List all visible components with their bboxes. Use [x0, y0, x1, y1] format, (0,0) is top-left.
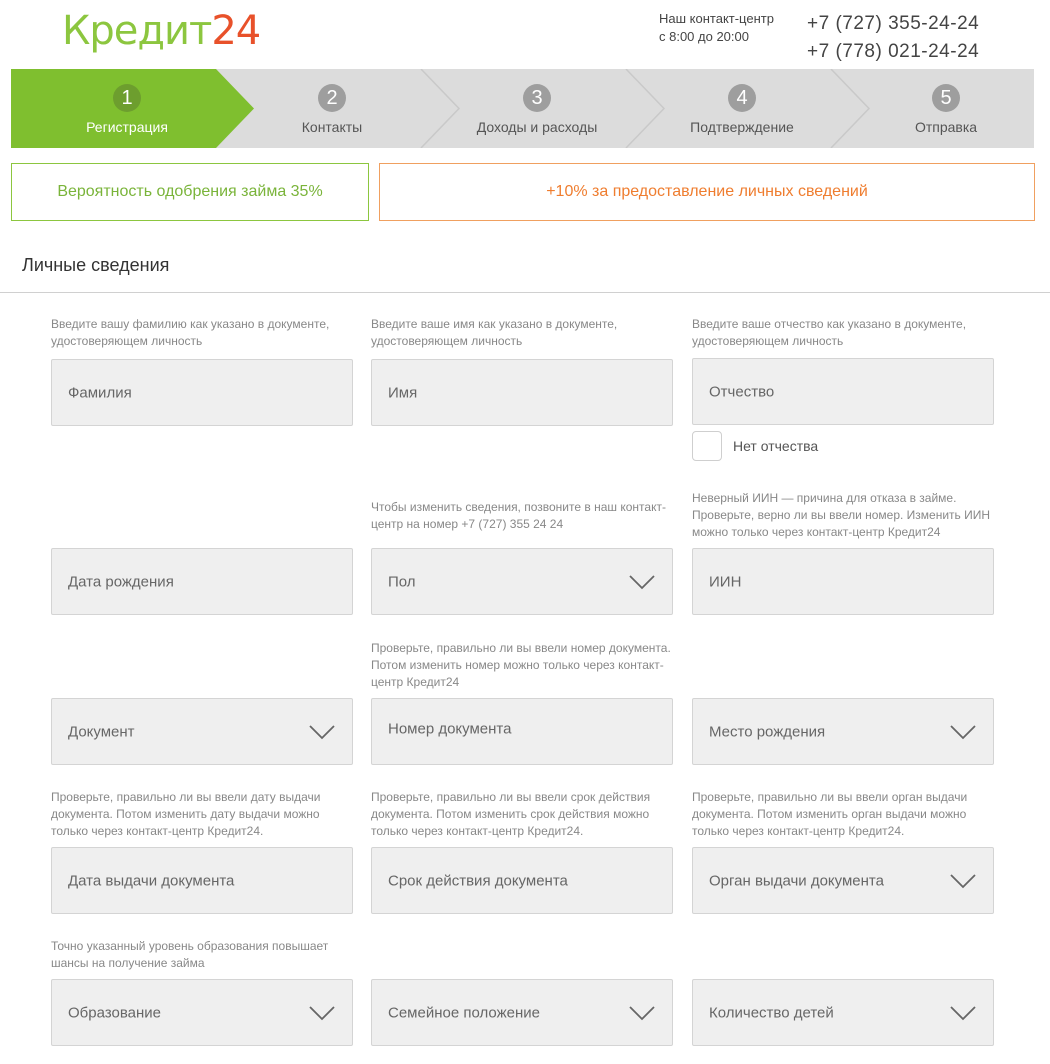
header: Кредит24 Наш контакт-центр с 8:00 до 20:… [0, 0, 1050, 68]
doc-number-hint: Проверьте, правильно ли вы ввели номер д… [371, 641, 671, 689]
name-input[interactable]: Имя [371, 359, 673, 426]
patronymic-placeholder: Отчество [709, 383, 775, 400]
step-label: Доходы и расходы [476, 119, 598, 135]
children-count-select[interactable]: Количество детей [692, 979, 994, 1046]
step-label: Контакты [301, 119, 363, 135]
iin-placeholder: ИИН [709, 573, 742, 590]
section-title: Личные сведения [22, 255, 170, 275]
step-number: 3 [523, 84, 551, 112]
education-hint: Точно указанный уровень образования повы… [51, 939, 329, 970]
education-placeholder: Образование [68, 1004, 161, 1021]
contact-center-label: Наш контакт-центр с 8:00 до 20:00 [659, 10, 774, 46]
step-confirmation[interactable]: 4 Подтверждение [662, 69, 822, 148]
approval-probability-banner: Вероятность одобрения займа 35% [11, 163, 369, 221]
chevron-down-icon [629, 1005, 655, 1020]
step-number: 4 [728, 84, 756, 112]
authority-hint: Проверьте, правильно ли вы ввели орган в… [692, 790, 968, 838]
no-patronymic-label: Нет отчества [733, 438, 819, 454]
birth-place-placeholder: Место рождения [709, 723, 826, 740]
doc-number-placeholder: Номер документа [388, 720, 512, 738]
step-number: 2 [318, 84, 346, 112]
issue-date-placeholder: Дата выдачи документа [68, 872, 235, 889]
logo-number: 24 [211, 8, 261, 54]
no-patronymic-checkbox[interactable] [692, 431, 722, 461]
birth-date-input[interactable]: Дата рождения [51, 548, 353, 615]
patronymic-hint: Введите ваше отчество как указано в доку… [692, 317, 967, 348]
chevron-down-icon [950, 873, 976, 888]
logo[interactable]: Кредит24 [62, 8, 261, 54]
name-hint: Введите ваше имя как указано в документе… [371, 317, 618, 348]
progress-steps: 1 Регистрация 2 Контакты 3 Доходы и расх… [11, 69, 1034, 148]
doc-number-input[interactable]: Номер документа [371, 698, 673, 765]
authority-select[interactable]: Орган выдачи документа [692, 847, 994, 914]
education-select[interactable]: Образование [51, 979, 353, 1046]
bonus-banner: +10% за предоставление личных сведений [379, 163, 1035, 221]
phone-link-2[interactable]: +7 (778) 021-24-24 [807, 38, 979, 66]
document-placeholder: Документ [68, 723, 135, 740]
issue-date-input[interactable]: Дата выдачи документа [51, 847, 353, 914]
step-label: Отправка [914, 119, 978, 135]
expiry-hint: Проверьте, правильно ли вы ввели срок де… [371, 790, 651, 838]
chevron-down-icon [309, 724, 335, 739]
birth-place-select[interactable]: Место рождения [692, 698, 994, 765]
marital-status-select[interactable]: Семейное положение [371, 979, 673, 1046]
surname-input[interactable]: Фамилия [51, 359, 353, 426]
iin-input[interactable]: ИИН [692, 548, 994, 615]
step-number: 5 [932, 84, 960, 112]
step-label: Подтверждение [690, 119, 794, 135]
issue-date-hint: Проверьте, правильно ли вы ввели дату вы… [51, 790, 321, 838]
expiry-placeholder: Срок действия документа [388, 872, 568, 889]
children-count-placeholder: Количество детей [709, 1004, 834, 1021]
chevron-down-icon [950, 724, 976, 739]
surname-placeholder: Фамилия [68, 384, 132, 401]
step-registration[interactable]: 1 Регистрация [47, 69, 207, 148]
step-contacts[interactable]: 2 Контакты [252, 69, 412, 148]
divider [0, 292, 1050, 293]
chevron-down-icon [629, 574, 655, 589]
chevron-down-icon [950, 1005, 976, 1020]
name-placeholder: Имя [388, 384, 418, 401]
birth-date-placeholder: Дата рождения [68, 573, 174, 590]
expiry-input[interactable]: Срок действия документа [371, 847, 673, 914]
gender-placeholder: Пол [388, 573, 416, 590]
phone-numbers: +7 (727) 355-24-24 +7 (778) 021-24-24 [807, 10, 979, 66]
authority-placeholder: Орган выдачи документа [709, 872, 884, 889]
contact-center-title: Наш контакт-центр [659, 11, 774, 26]
contact-center-hours: с 8:00 до 20:00 [659, 29, 749, 44]
document-select[interactable]: Документ [51, 698, 353, 765]
chevron-down-icon [309, 1005, 335, 1020]
phone-link-1[interactable]: +7 (727) 355-24-24 [807, 10, 979, 38]
logo-text: Кредит [62, 8, 212, 54]
step-submit[interactable]: 5 Отправка [866, 69, 1026, 148]
iin-hint: Неверный ИИН — причина для отказа в займ… [692, 491, 991, 539]
step-number: 1 [113, 84, 141, 112]
marital-status-placeholder: Семейное положение [388, 1004, 540, 1021]
gender-select[interactable]: Пол [371, 548, 673, 615]
surname-hint: Введите вашу фамилию как указано в докум… [51, 317, 330, 348]
step-income-expenses[interactable]: 3 Доходы и расходы [457, 69, 617, 148]
patronymic-input[interactable]: Отчество [692, 358, 994, 425]
gender-hint: Чтобы изменить сведения, позвоните в наш… [371, 500, 666, 531]
step-label: Регистрация [86, 119, 168, 135]
